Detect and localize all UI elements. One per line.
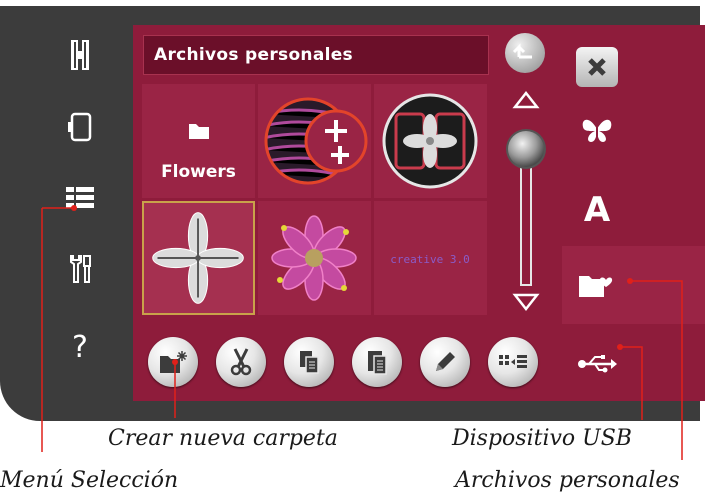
- callout-new-folder: Crear nueva carpeta: [108, 426, 338, 451]
- callout-personal-files: Archivos personales: [455, 468, 680, 493]
- callout-usb-device: Dispositivo USB: [452, 426, 632, 451]
- callout-selection-menu: Menú Selección: [0, 468, 179, 493]
